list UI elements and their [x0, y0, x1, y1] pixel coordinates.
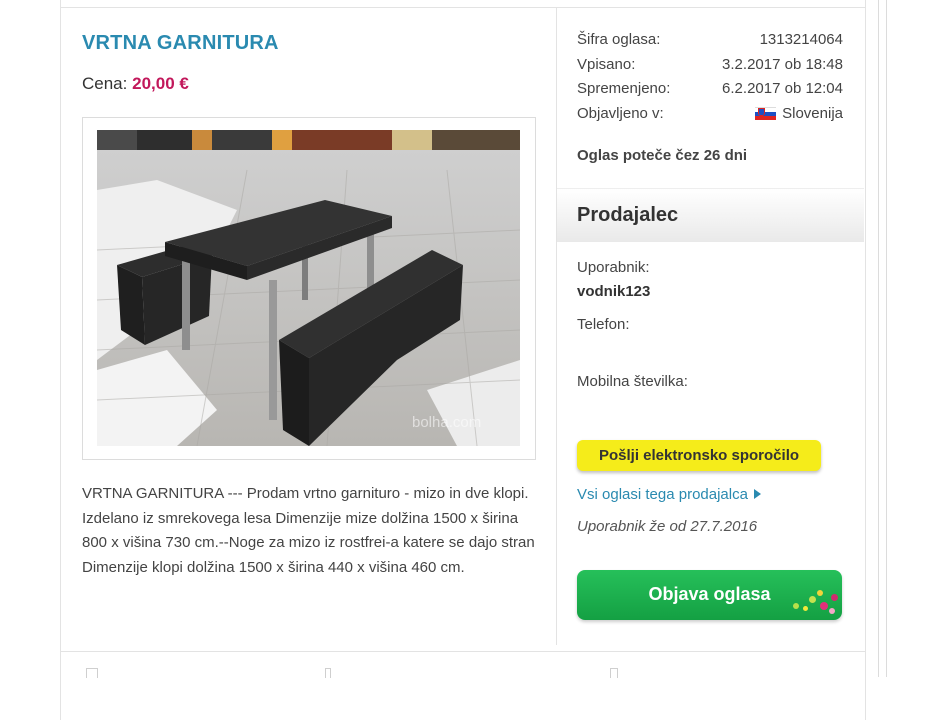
send-email-button[interactable]: Pošlji elektronsko sporočilo — [577, 440, 821, 471]
entered-value: 3.2.2017 ob 18:48 — [722, 55, 843, 73]
ad-meta: Šifra oglasa: 1313214064 Vpisano: 3.2.20… — [577, 31, 843, 129]
publish-ad-button[interactable]: Objava oglasa — [577, 570, 842, 620]
page-edge-line — [878, 0, 879, 677]
entered-label: Vpisano: — [577, 55, 636, 73]
meta-row-code: Šifra oglasa: 1313214064 — [577, 31, 843, 56]
code-label: Šifra oglasa: — [577, 31, 661, 48]
published-location: Slovenija — [755, 105, 843, 122]
description-paragraph: VRTNA GARNITURA --- Prodam vrtno garnitu… — [82, 485, 535, 551]
price-label: Cena: — [82, 74, 128, 93]
ad-price: Cena: 20,00 € — [82, 74, 189, 94]
published-label: Objavljeno v: — [577, 104, 664, 122]
meta-row-entered: Vpisano: 3.2.2017 ob 18:48 — [577, 56, 843, 81]
meta-row-changed: Spremenjeno: 6.2.2017 ob 12:04 — [577, 80, 843, 105]
bottom-divider — [60, 651, 865, 652]
column-divider — [556, 8, 557, 645]
changed-label: Spremenjeno: — [577, 80, 671, 97]
member-since: Uporabnik že od 27.7.2016 — [577, 518, 758, 535]
phone-label: Telefon: — [577, 316, 630, 333]
garden-furniture-photo: bolha.com — [97, 130, 520, 446]
user-label: Uporabnik: — [577, 259, 650, 276]
seller-heading: Prodajalec — [577, 204, 679, 226]
seller-header: Prodajalec — [557, 188, 864, 242]
code-value: 1313214064 — [759, 31, 843, 48]
meta-row-published: Objavljeno v: Slovenija — [577, 105, 843, 130]
changed-value: 6.2.2017 ob 12:04 — [722, 80, 843, 97]
published-value: Slovenija — [782, 104, 843, 122]
ad-description: VRTNA GARNITURA --- Prodam vrtno garnitu… — [82, 482, 547, 580]
slovenia-flag-icon — [755, 106, 777, 120]
triangle-right-icon — [753, 489, 761, 499]
ad-title: VRTNA GARNITURA — [82, 32, 279, 54]
user-value: vodnik123 — [577, 283, 651, 300]
ad-photo[interactable]: bolha.com — [82, 117, 536, 460]
page-edge-line-outer — [886, 0, 887, 677]
top-divider — [60, 7, 865, 8]
all-seller-ads-label: Vsi oglasi tega prodajalca — [577, 486, 748, 503]
description-dimensions: Dimenzije klopi dolžina 1500 x širina 44… — [82, 558, 465, 576]
ad-expiry: Oglas poteče čez 26 dni — [577, 147, 748, 164]
photo-watermark: bolha.com — [412, 414, 481, 431]
all-seller-ads-link[interactable]: Vsi oglasi tega prodajalca — [577, 486, 761, 503]
publish-ad-label: Objava oglasa — [648, 584, 771, 604]
price-value: 20,00 € — [132, 74, 189, 93]
mobile-label: Mobilna številka: — [577, 373, 688, 390]
